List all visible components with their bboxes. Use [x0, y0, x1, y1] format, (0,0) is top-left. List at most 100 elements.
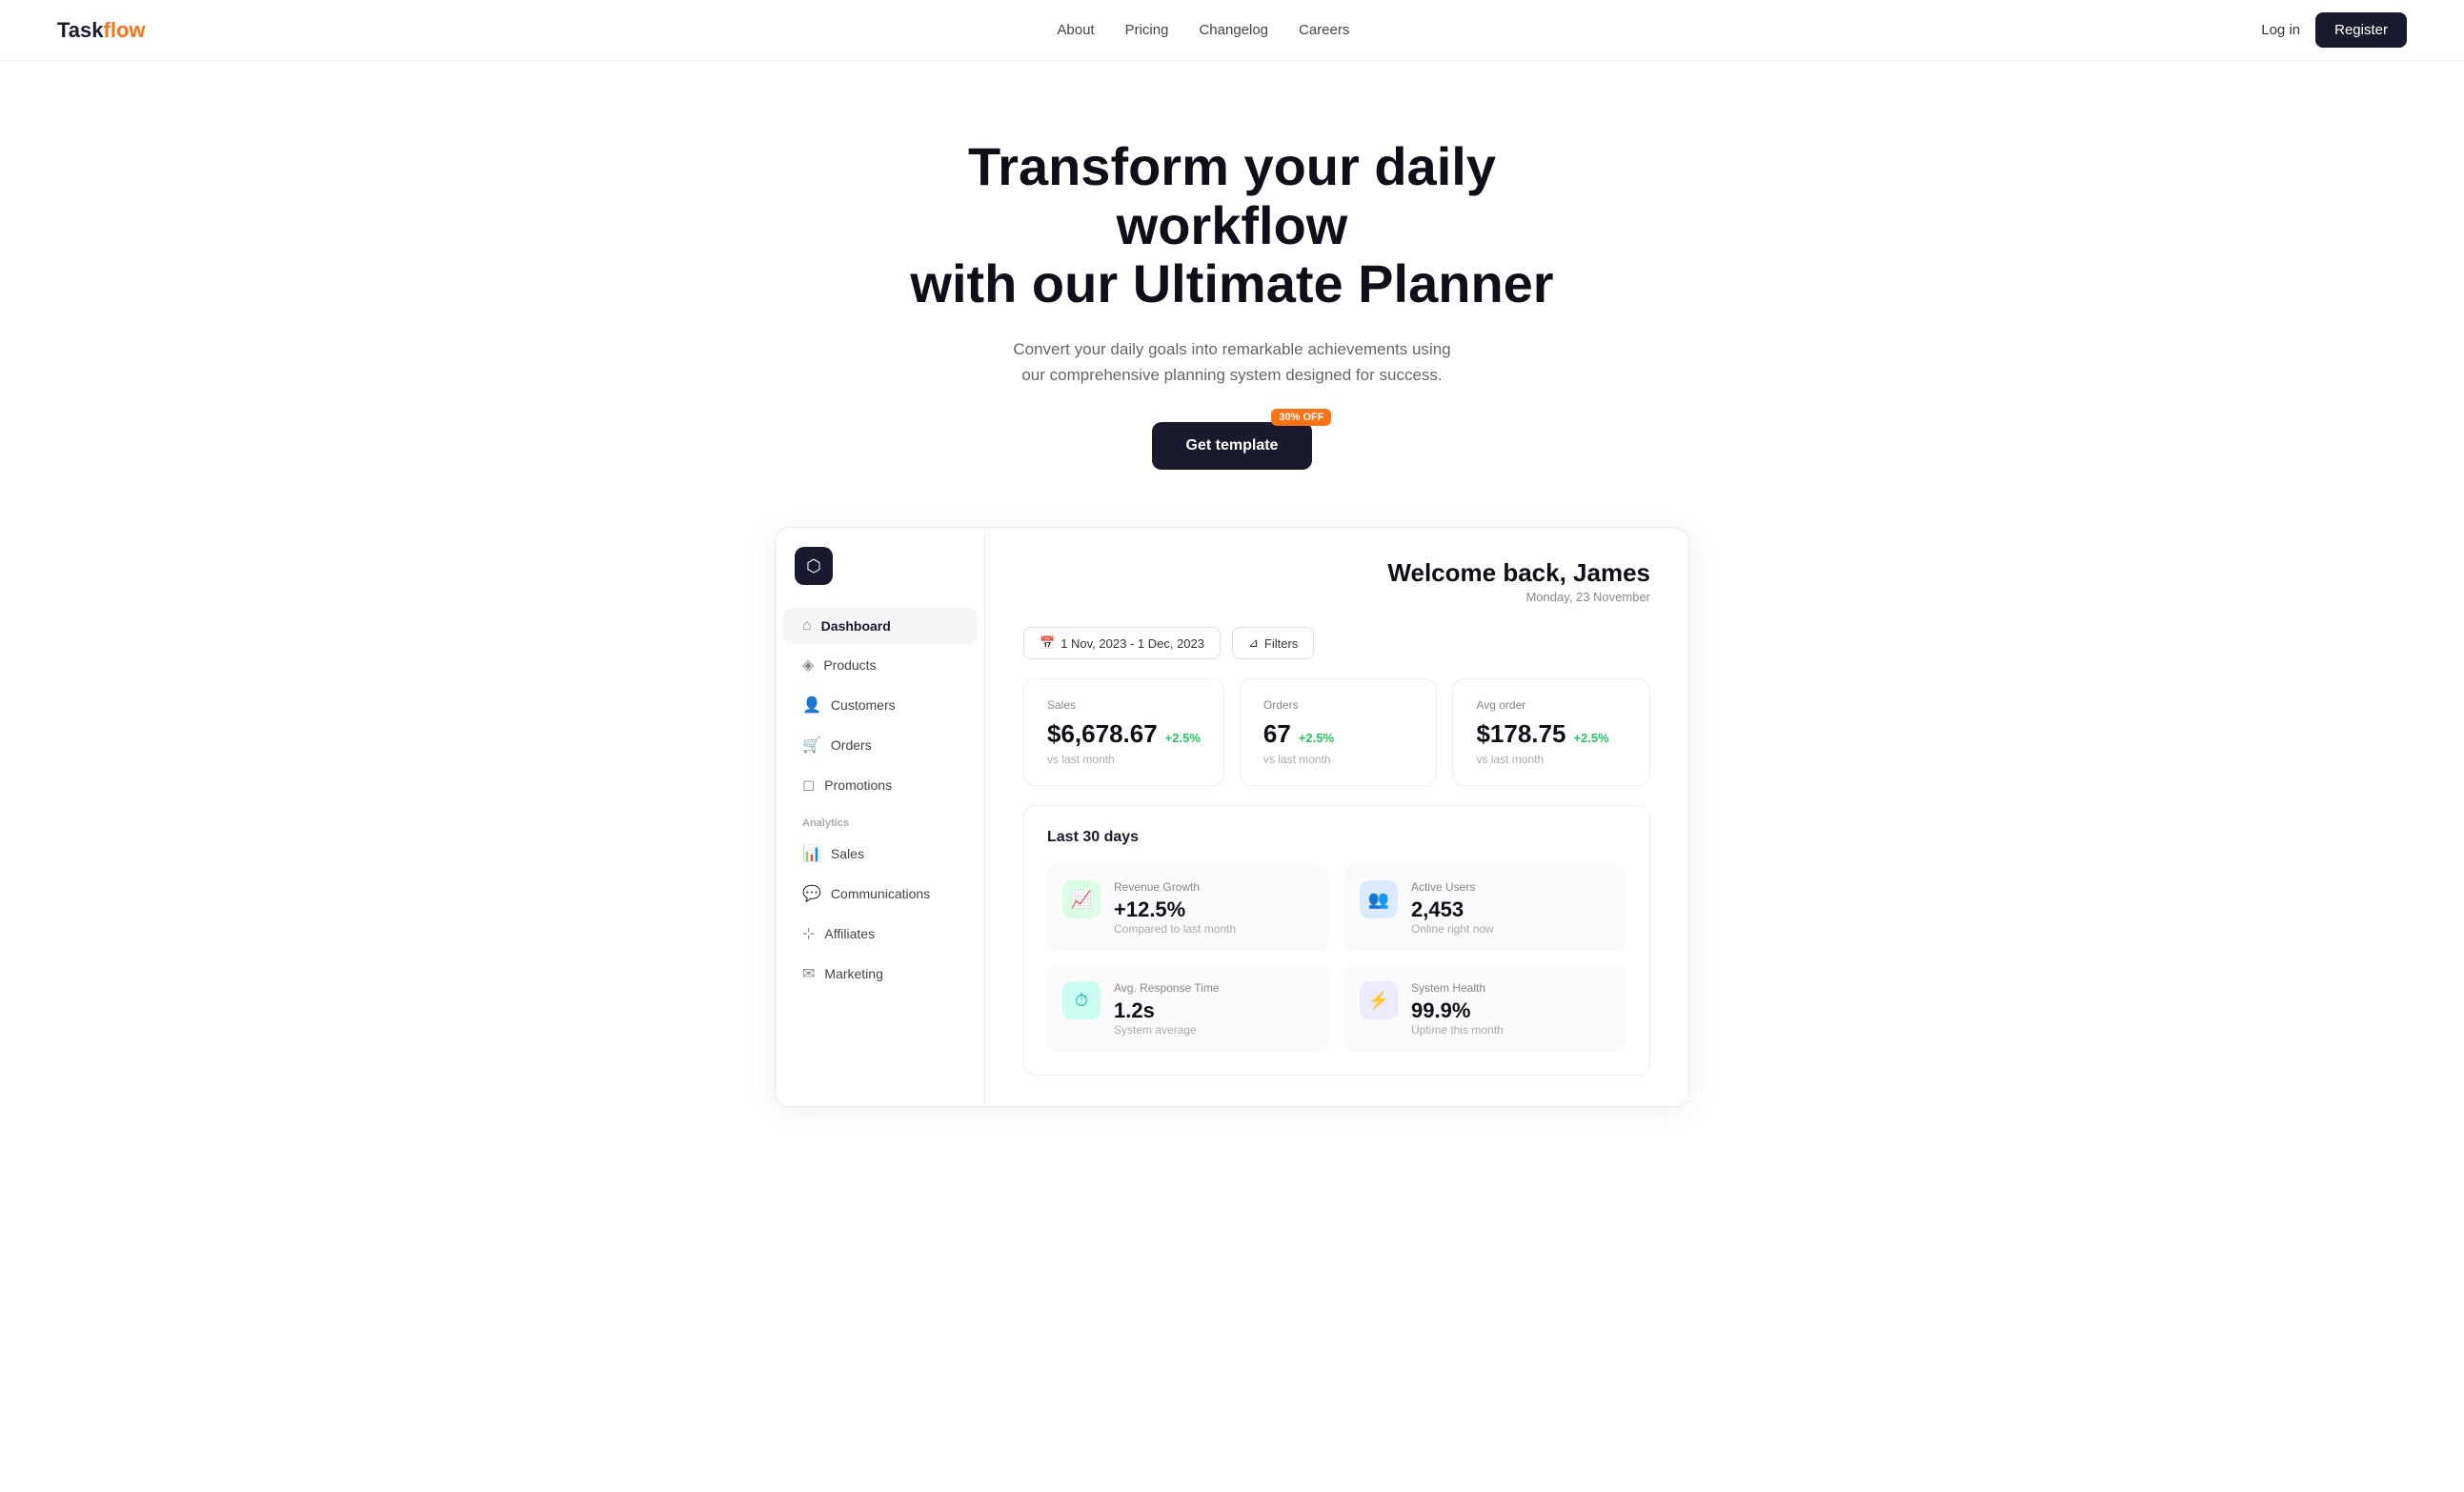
login-link[interactable]: Log in: [2261, 22, 2300, 38]
analytics-section-label: Analytics: [776, 806, 984, 833]
stat-change-avg-order: +2.5%: [1573, 731, 1608, 745]
sidebar-nav-item-products[interactable]: ◈ Products: [783, 646, 977, 684]
stat-card-orders: Orders 67 +2.5% vs last month: [1240, 678, 1438, 786]
date-range-label: 1 Nov, 2023 - 1 Dec, 2023: [1060, 636, 1204, 651]
users-label: Active Users: [1411, 880, 1494, 894]
date-range-button[interactable]: 📅 1 Nov, 2023 - 1 Dec, 2023: [1023, 627, 1221, 659]
sidebar-label-marketing: Marketing: [824, 966, 882, 981]
nav-links: About Pricing Changelog Careers: [1057, 22, 1349, 38]
filters-button[interactable]: ⊿ Filters: [1232, 627, 1314, 659]
marketing-icon: ✉: [802, 964, 815, 983]
health-label: System Health: [1411, 981, 1504, 995]
filters-row: 📅 1 Nov, 2023 - 1 Dec, 2023 ⊿ Filters: [1023, 627, 1650, 659]
health-sub: Uptime this month: [1411, 1023, 1504, 1037]
clock-icon: ⏱: [1075, 991, 1088, 1011]
users-icon-wrap: 👥: [1360, 880, 1398, 918]
main-dashboard: Welcome back, James Monday, 23 November …: [985, 528, 1688, 1106]
analytics-card-response: ⏱ Avg. Response Time 1.2s System average: [1047, 966, 1329, 1052]
calendar-icon: 📅: [1040, 635, 1055, 651]
sidebar-label-orders: Orders: [831, 737, 872, 753]
sidebar-logo: ⬡: [795, 547, 833, 585]
customers-icon: 👤: [802, 696, 821, 715]
sidebar-nav-item-communications[interactable]: 💬 Communications: [783, 875, 977, 913]
trending-up-icon: 📈: [1071, 890, 1092, 910]
sidebar-nav-item-customers[interactable]: 👤 Customers: [783, 686, 977, 724]
sidebar-nav-item-orders[interactable]: 🛒 Orders: [783, 726, 977, 764]
sales-icon: 📊: [802, 844, 821, 863]
brand-logo: Taskflow: [57, 18, 146, 43]
home-icon: ⌂: [802, 617, 812, 635]
stat-vs-sales: vs last month: [1047, 753, 1201, 766]
response-icon-wrap: ⏱: [1062, 981, 1101, 1019]
stat-value-avg-order: $178.75 +2.5%: [1476, 719, 1626, 749]
navbar: Taskflow About Pricing Changelog Careers…: [0, 0, 2464, 61]
analytics-card-users: 👥 Active Users 2,453 Online right now: [1344, 865, 1626, 951]
sidebar: ⬡ ⌂ Dashboard ◈ Products 👤 Customers 🛒 O…: [776, 528, 985, 1106]
welcome-row: Welcome back, James Monday, 23 November: [1023, 558, 1650, 604]
cta-button[interactable]: Get template: [1152, 422, 1313, 470]
analytics-info-users: Active Users 2,453 Online right now: [1411, 880, 1494, 936]
users-icon: 👥: [1368, 890, 1389, 910]
users-sub: Online right now: [1411, 922, 1494, 936]
analytics-info-revenue: Revenue Growth +12.5% Compared to last m…: [1114, 880, 1236, 936]
stat-value-orders: 67 +2.5%: [1263, 719, 1414, 749]
brand-name-part1: Task: [57, 18, 104, 42]
orders-icon: 🛒: [802, 736, 821, 755]
sidebar-nav-item-dashboard[interactable]: ⌂ Dashboard: [783, 608, 977, 644]
sidebar-nav-item-sales[interactable]: 📊 Sales: [783, 835, 977, 873]
analytics-info-health: System Health 99.9% Uptime this month: [1411, 981, 1504, 1037]
products-icon: ◈: [802, 655, 814, 675]
affiliates-icon: ⊹: [802, 924, 815, 943]
sidebar-label-dashboard: Dashboard: [821, 618, 891, 634]
response-label: Avg. Response Time: [1114, 981, 1220, 995]
stat-card-sales: Sales $6,678.67 +2.5% vs last month: [1023, 678, 1224, 786]
response-sub: System average: [1114, 1023, 1220, 1037]
sidebar-nav-item-affiliates[interactable]: ⊹ Affiliates: [783, 915, 977, 953]
hero-headline: Transform your daily workflow with our U…: [875, 137, 1589, 313]
stat-vs-avg-order: vs last month: [1476, 753, 1626, 766]
analytics-grid: 📈 Revenue Growth +12.5% Compared to last…: [1047, 865, 1626, 1052]
analytics-section: Last 30 days 📈 Revenue Growth +12.5% Com…: [1023, 805, 1650, 1076]
health-value: 99.9%: [1411, 998, 1504, 1023]
stat-change-orders: +2.5%: [1299, 731, 1334, 745]
stat-label-sales: Sales: [1047, 698, 1201, 712]
revenue-icon-wrap: 📈: [1062, 880, 1101, 918]
revenue-sub: Compared to last month: [1114, 922, 1236, 936]
analytics-card-health: ⚡ System Health 99.9% Uptime this month: [1344, 966, 1626, 1052]
stat-card-avg-order: Avg order $178.75 +2.5% vs last month: [1452, 678, 1650, 786]
hero-section: Transform your daily workflow with our U…: [0, 61, 2464, 527]
sidebar-label-promotions: Promotions: [824, 777, 892, 793]
nav-about[interactable]: About: [1057, 22, 1094, 38]
analytics-section-title: Last 30 days: [1047, 829, 1626, 846]
health-icon-wrap: ⚡: [1360, 981, 1398, 1019]
analytics-card-revenue: 📈 Revenue Growth +12.5% Compared to last…: [1047, 865, 1329, 951]
sidebar-label-affiliates: Affiliates: [824, 926, 875, 941]
cube-icon: ⬡: [806, 556, 821, 576]
filter-icon: ⊿: [1248, 635, 1259, 651]
app-preview: ⬡ ⌂ Dashboard ◈ Products 👤 Customers 🛒 O…: [775, 527, 1689, 1107]
stat-change-sales: +2.5%: [1165, 731, 1201, 745]
sidebar-nav-item-marketing[interactable]: ✉ Marketing: [783, 955, 977, 993]
sidebar-nav-item-promotions[interactable]: ◻ Promotions: [783, 766, 977, 804]
nav-actions: Log in Register: [2261, 12, 2407, 48]
revenue-value: +12.5%: [1114, 897, 1236, 922]
filters-label: Filters: [1264, 636, 1298, 651]
nav-pricing[interactable]: Pricing: [1125, 22, 1169, 38]
register-button[interactable]: Register: [2315, 12, 2407, 48]
users-value: 2,453: [1411, 897, 1494, 922]
sidebar-label-communications: Communications: [831, 886, 930, 901]
stat-vs-orders: vs last month: [1263, 753, 1414, 766]
brand-name-part2: flow: [104, 18, 146, 42]
revenue-label: Revenue Growth: [1114, 880, 1236, 894]
hero-subtext: Convert your daily goals into remarkable…: [1003, 336, 1461, 388]
stat-label-avg-order: Avg order: [1476, 698, 1626, 712]
nav-careers[interactable]: Careers: [1299, 22, 1349, 38]
welcome-title: Welcome back, James: [1023, 558, 1650, 588]
stats-row: Sales $6,678.67 +2.5% vs last month Orde…: [1023, 678, 1650, 786]
communications-icon: 💬: [802, 884, 821, 903]
sidebar-label-products: Products: [823, 657, 876, 673]
cta-wrapper: 30% OFF Get template: [1152, 422, 1313, 470]
sidebar-label-customers: Customers: [831, 697, 896, 713]
welcome-date: Monday, 23 November: [1023, 590, 1650, 604]
nav-changelog[interactable]: Changelog: [1199, 22, 1268, 38]
